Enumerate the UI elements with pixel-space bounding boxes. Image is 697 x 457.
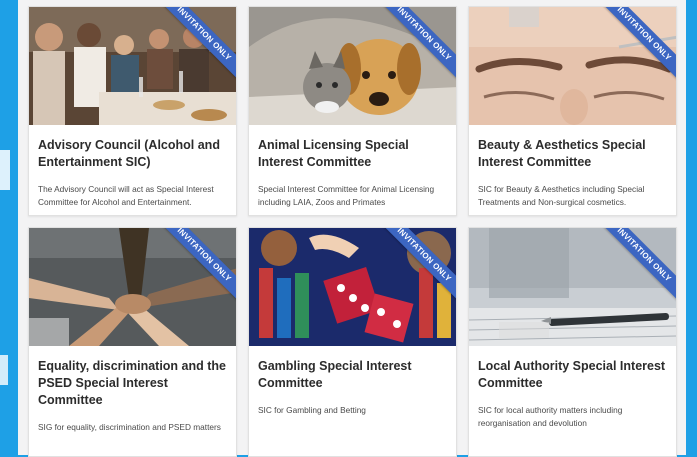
card-description: The Advisory Council will act as Special… — [38, 184, 214, 207]
background-fragment — [0, 355, 8, 385]
card-description: Special Interest Committee for Animal Li… — [258, 184, 435, 207]
card-title[interactable]: Gambling Special Interest Committee — [258, 358, 447, 392]
card-description: SIC for Gambling and Betting — [258, 405, 366, 415]
card-title[interactable]: Animal Licensing Special Interest Commit… — [258, 137, 447, 171]
card-image-stacked-hands: INVITATION ONLY — [29, 228, 236, 346]
card-title[interactable]: Local Authority Special Interest Committ… — [478, 358, 667, 392]
committee-card-advisory-council[interactable]: INVITATION ONLY Advisory Council (Alcoho… — [28, 6, 237, 216]
committee-grid: INVITATION ONLY Advisory Council (Alcoho… — [28, 6, 677, 457]
card-image-dice-and-chips: INVITATION ONLY — [249, 228, 456, 346]
card-image-kitten-and-puppy: INVITATION ONLY — [249, 7, 456, 125]
committee-card-equality-psed[interactable]: INVITATION ONLY Equality, discrimination… — [28, 227, 237, 457]
committee-card-beauty-aesthetics[interactable]: INVITATION ONLY Beauty & Aesthetics Spec… — [468, 6, 677, 216]
card-title[interactable]: Beauty & Aesthetics Special Interest Com… — [478, 137, 667, 171]
card-image-dinner-party: INVITATION ONLY — [29, 7, 236, 125]
card-description: SIC for local authority matters includin… — [478, 405, 623, 428]
card-title[interactable]: Equality, discrimination and the PSED Sp… — [38, 358, 227, 409]
committee-card-animal-licensing[interactable]: INVITATION ONLY Animal Licensing Special… — [248, 6, 457, 216]
card-title[interactable]: Advisory Council (Alcohol and Entertainm… — [38, 137, 227, 171]
committee-panel: INVITATION ONLY Advisory Council (Alcoho… — [18, 0, 686, 457]
committee-card-local-authority[interactable]: INVITATION ONLY Local Authority Special … — [468, 227, 677, 457]
card-description: SIG for equality, discrimination and PSE… — [38, 422, 221, 432]
background-fragment — [0, 150, 10, 190]
left-edge-strip — [0, 0, 18, 455]
card-image-eyebrow-treatment: INVITATION ONLY — [469, 7, 676, 125]
card-description: SIC for Beauty & Aesthetics including Sp… — [478, 184, 645, 207]
committee-card-gambling[interactable]: INVITATION ONLY Gambling Special Interes… — [248, 227, 457, 457]
card-image-pen-and-notebook: INVITATION ONLY — [469, 228, 676, 346]
